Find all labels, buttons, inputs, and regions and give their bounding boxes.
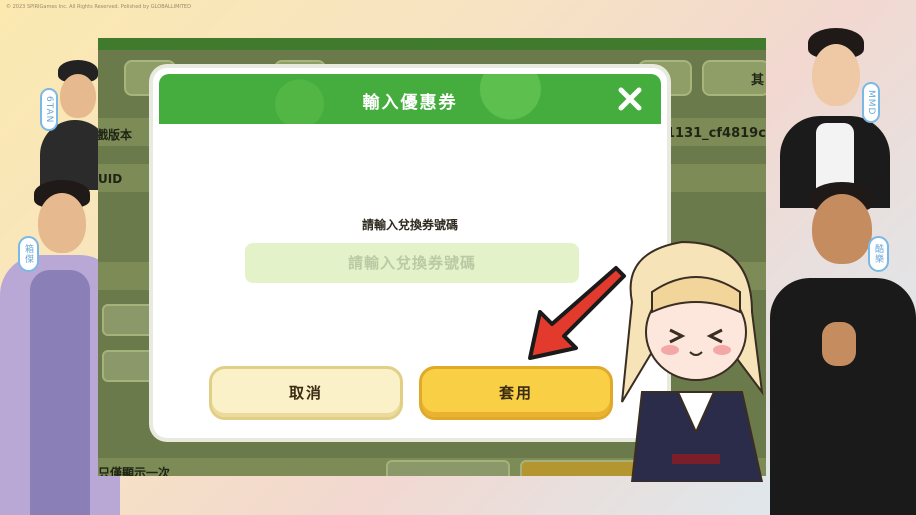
version-label: 遊戲版本 <box>98 128 133 142</box>
cancel-button[interactable]: 取消 <box>209 366 403 420</box>
coupon-dialog: 輸入優惠券 請輸入兌換券號碼 取消 套用 <box>153 68 667 438</box>
bottom-label: 只僅顯示一次 <box>98 466 171 476</box>
person-right-bottom <box>770 182 916 515</box>
game-tab-4[interactable]: 其 <box>702 60 766 96</box>
game-btn-2[interactable] <box>102 350 158 382</box>
game-toggle-1[interactable] <box>386 460 510 476</box>
dialog-header: 輸入優惠券 <box>159 74 661 124</box>
anime-character <box>621 240 764 482</box>
game-top-bar <box>98 38 766 50</box>
name-tag-mmd: MMD <box>862 82 880 124</box>
game-btn-1[interactable] <box>102 304 158 336</box>
close-icon[interactable] <box>615 84 645 114</box>
name-tag-left-middle: 箱傑 <box>18 236 39 272</box>
uid-label: UID <box>98 172 123 186</box>
copyright-text: © 2023 SPIRIGames Inc. All Rights Reserv… <box>6 4 191 10</box>
coupon-prompt: 請輸入兌換券號碼 <box>361 218 458 232</box>
dialog-title: 輸入優惠券 <box>362 93 458 113</box>
apply-button[interactable]: 套用 <box>419 366 613 420</box>
version-value: 1131_cf4819c6 <box>666 126 766 141</box>
name-tag-right-middle: 酷樂 <box>868 236 889 272</box>
game-tab-4-label: 其 <box>750 73 764 88</box>
name-tag-6tan: 6TAN <box>40 88 58 132</box>
